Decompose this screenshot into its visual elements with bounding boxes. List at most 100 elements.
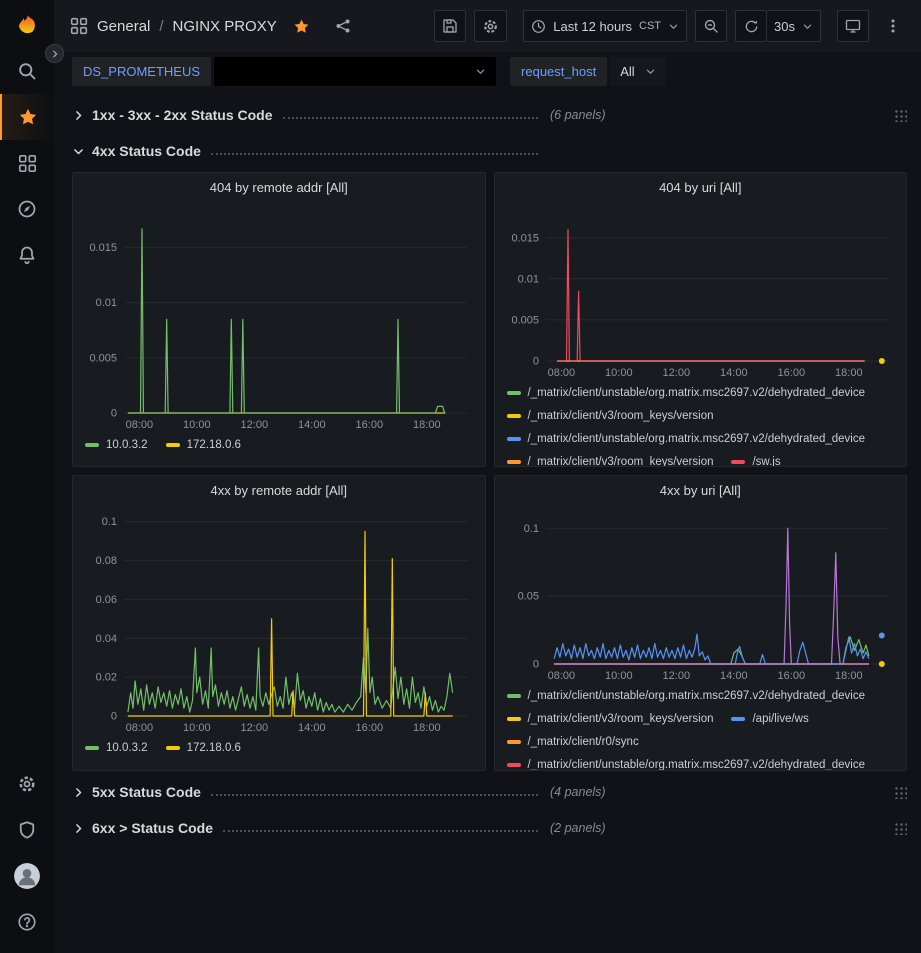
sidebar-item-dashboards[interactable]: [0, 140, 54, 186]
breadcrumb-folder[interactable]: General: [97, 18, 150, 35]
panel-4xx-by-remote-addr: 4xx by remote addr [All] 00.020.040.060.…: [72, 475, 486, 771]
legend-item[interactable]: /_matrix/client/unstable/org.matrix.msc2…: [507, 757, 866, 770]
compass-icon: [17, 199, 37, 219]
svg-text:0: 0: [532, 659, 538, 671]
row-title: 5xx Status Code: [92, 784, 201, 800]
variable-value-dropdown[interactable]: All: [610, 57, 665, 86]
sidebar-expand-button[interactable]: [45, 44, 64, 63]
row-title-group: 6xx > Status Code: [72, 820, 542, 836]
refresh-interval-dropdown[interactable]: 30s: [767, 10, 821, 42]
legend-item[interactable]: /api/live/ws: [731, 711, 808, 727]
chevron-down-icon: [475, 66, 486, 77]
row-header-5xx[interactable]: 5xx Status Code (4 panels): [72, 777, 907, 807]
svg-text:08:00: 08:00: [547, 367, 575, 379]
svg-text:0.04: 0.04: [96, 633, 117, 645]
legend-item[interactable]: 172.18.0.6: [166, 740, 241, 756]
legend-item[interactable]: /_matrix/client/v3/room_keys/version: [507, 711, 714, 727]
svg-text:16:00: 16:00: [356, 722, 384, 734]
help-icon: [17, 912, 37, 932]
legend-item[interactable]: /_matrix/client/v3/room_keys/version: [507, 408, 714, 424]
save-dashboard-button[interactable]: [434, 10, 466, 42]
panel-title[interactable]: 4xx by remote addr [All]: [73, 476, 485, 504]
dashboard-settings-button[interactable]: [474, 10, 507, 42]
legend-label: /sw.js: [752, 454, 780, 466]
legend-swatch: [507, 763, 521, 767]
chevron-right-icon: [50, 49, 60, 59]
row-drag-handle[interactable]: [893, 785, 907, 799]
sidebar-item-help[interactable]: [0, 899, 54, 945]
row-header-6xx[interactable]: 6xx > Status Code (2 panels): [72, 813, 907, 843]
favorite-star-button[interactable]: [286, 10, 318, 42]
variable-label[interactable]: request_host: [510, 57, 607, 86]
row-header-1xx-3xx-2xx[interactable]: 1xx - 3xx - 2xx Status Code (6 panels): [72, 100, 907, 130]
variable-label[interactable]: DS_PROMETHEUS: [72, 57, 211, 86]
variable-value-dropdown[interactable]: [214, 57, 496, 86]
refresh-button[interactable]: [735, 10, 767, 42]
timeseries-chart[interactable]: 00.050.108:0010:0012:0014:0016:0018:00: [501, 504, 901, 684]
legend-item[interactable]: /_matrix/client/unstable/org.matrix.msc2…: [507, 688, 866, 704]
legend-item[interactable]: /sw.js: [731, 454, 780, 466]
chevron-right-icon: [72, 786, 85, 799]
panel-404-by-remote-addr: 404 by remote addr [All] 00.0050.010.015…: [72, 172, 486, 467]
legend-label: /_matrix/client/unstable/org.matrix.msc2…: [528, 385, 866, 401]
row-drag-handle[interactable]: [893, 108, 907, 122]
legend-label: /_matrix/client/v3/room_keys/version: [528, 454, 714, 466]
kebab-icon: [886, 18, 900, 34]
timeseries-chart[interactable]: 00.0050.010.01508:0010:0012:0014:0016:00…: [79, 201, 479, 433]
share-button[interactable]: [327, 10, 359, 42]
timeseries-chart[interactable]: 00.0050.010.01508:0010:0012:0014:0016:00…: [501, 201, 901, 381]
legend-swatch: [85, 443, 99, 447]
svg-text:08:00: 08:00: [126, 419, 154, 431]
zoom-out-button[interactable]: [695, 10, 727, 42]
svg-text:12:00: 12:00: [662, 670, 690, 682]
panel-404-by-uri: 404 by uri [All] 00.0050.010.01508:0010:…: [494, 172, 908, 467]
legend-label: 172.18.0.6: [187, 437, 241, 453]
svg-text:0.02: 0.02: [96, 672, 117, 684]
time-range-picker[interactable]: Last 12 hours CST: [523, 10, 687, 42]
more-options-button[interactable]: [877, 10, 909, 42]
breadcrumb-dashboard-title[interactable]: NGINX PROXY: [173, 18, 277, 35]
legend-item[interactable]: /_matrix/client/r0/sync: [507, 734, 639, 750]
legend-item[interactable]: /_matrix/client/v3/room_keys/version: [507, 454, 714, 466]
svg-text:10:00: 10:00: [605, 670, 633, 682]
sidebar-item-server-admin[interactable]: [0, 807, 54, 853]
svg-text:0.005: 0.005: [89, 352, 117, 364]
time-range-label: Last 12 hours: [553, 19, 632, 34]
panel-title[interactable]: 404 by uri [All]: [495, 173, 907, 201]
legend-item[interactable]: 10.0.3.2: [85, 437, 148, 453]
legend-item[interactable]: /_matrix/client/unstable/org.matrix.msc2…: [507, 385, 866, 401]
apps-icon: [70, 17, 88, 35]
panel-title[interactable]: 404 by remote addr [All]: [73, 173, 485, 201]
svg-text:14:00: 14:00: [298, 722, 326, 734]
row-title: 1xx - 3xx - 2xx Status Code: [92, 107, 273, 123]
cycle-view-mode-button[interactable]: [837, 10, 869, 42]
chart-legend: /_matrix/client/unstable/org.matrix.msc2…: [495, 684, 907, 770]
sidebar-item-alerting[interactable]: [0, 232, 54, 278]
legend-label: /_matrix/client/unstable/org.matrix.msc2…: [528, 431, 866, 447]
sidebar-item-explore[interactable]: [0, 186, 54, 232]
sidebar-item-starred[interactable]: [0, 94, 54, 140]
legend-label: /_matrix/client/v3/room_keys/version: [528, 711, 714, 727]
grafana-logo[interactable]: [0, 4, 54, 48]
row-drag-handle[interactable]: [893, 821, 907, 835]
legend-swatch: [507, 414, 521, 418]
sidebar-item-profile[interactable]: [0, 853, 54, 899]
chart-svg: 00.020.040.060.080.108:0010:0012:0014:00…: [79, 504, 479, 736]
row-title: 4xx Status Code: [92, 143, 201, 159]
legend-item[interactable]: /_matrix/client/unstable/org.matrix.msc2…: [507, 431, 866, 447]
row-header-4xx[interactable]: 4xx Status Code: [72, 136, 907, 166]
svg-text:0.015: 0.015: [511, 232, 539, 244]
legend-swatch: [507, 437, 521, 441]
panel-title[interactable]: 4xx by uri [All]: [495, 476, 907, 504]
chart-legend: 10.0.3.2 172.18.0.6: [73, 736, 485, 767]
svg-text:14:00: 14:00: [720, 367, 748, 379]
chevron-down-icon: [802, 21, 813, 32]
sidebar-item-configuration[interactable]: [0, 761, 54, 807]
legend-label: /_matrix/client/r0/sync: [528, 734, 639, 750]
breadcrumb-separator: /: [159, 18, 163, 35]
legend-item[interactable]: 10.0.3.2: [85, 740, 148, 756]
star-icon: [18, 107, 38, 127]
chart-legend: 10.0.3.2 172.18.0.6: [73, 433, 485, 464]
legend-item[interactable]: 172.18.0.6: [166, 437, 241, 453]
timeseries-chart[interactable]: 00.020.040.060.080.108:0010:0012:0014:00…: [79, 504, 479, 736]
